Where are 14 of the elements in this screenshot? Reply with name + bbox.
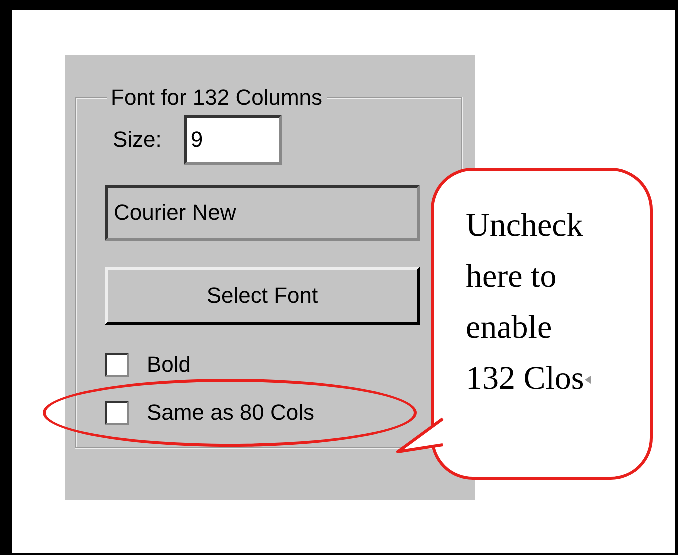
size-field[interactable]: 9 [184,115,282,165]
size-label: Size: [113,127,162,153]
checkbox[interactable] [105,401,129,425]
callout-text: Uncheck [466,207,584,246]
pointer-icon [585,376,592,384]
callout-text: 132 Clos [466,360,584,399]
checkbox[interactable] [105,353,129,377]
callout-text: enable [466,309,552,348]
checkbox-label: Bold [147,352,192,378]
callout-text: here to [466,258,557,297]
group-title: Font for 132 Columns [110,85,324,111]
checkbox-label: Same as 80 Cols [147,400,315,426]
select-font-button[interactable]: Select Font [105,267,420,325]
font-name-field[interactable]: Courier New [105,185,420,241]
